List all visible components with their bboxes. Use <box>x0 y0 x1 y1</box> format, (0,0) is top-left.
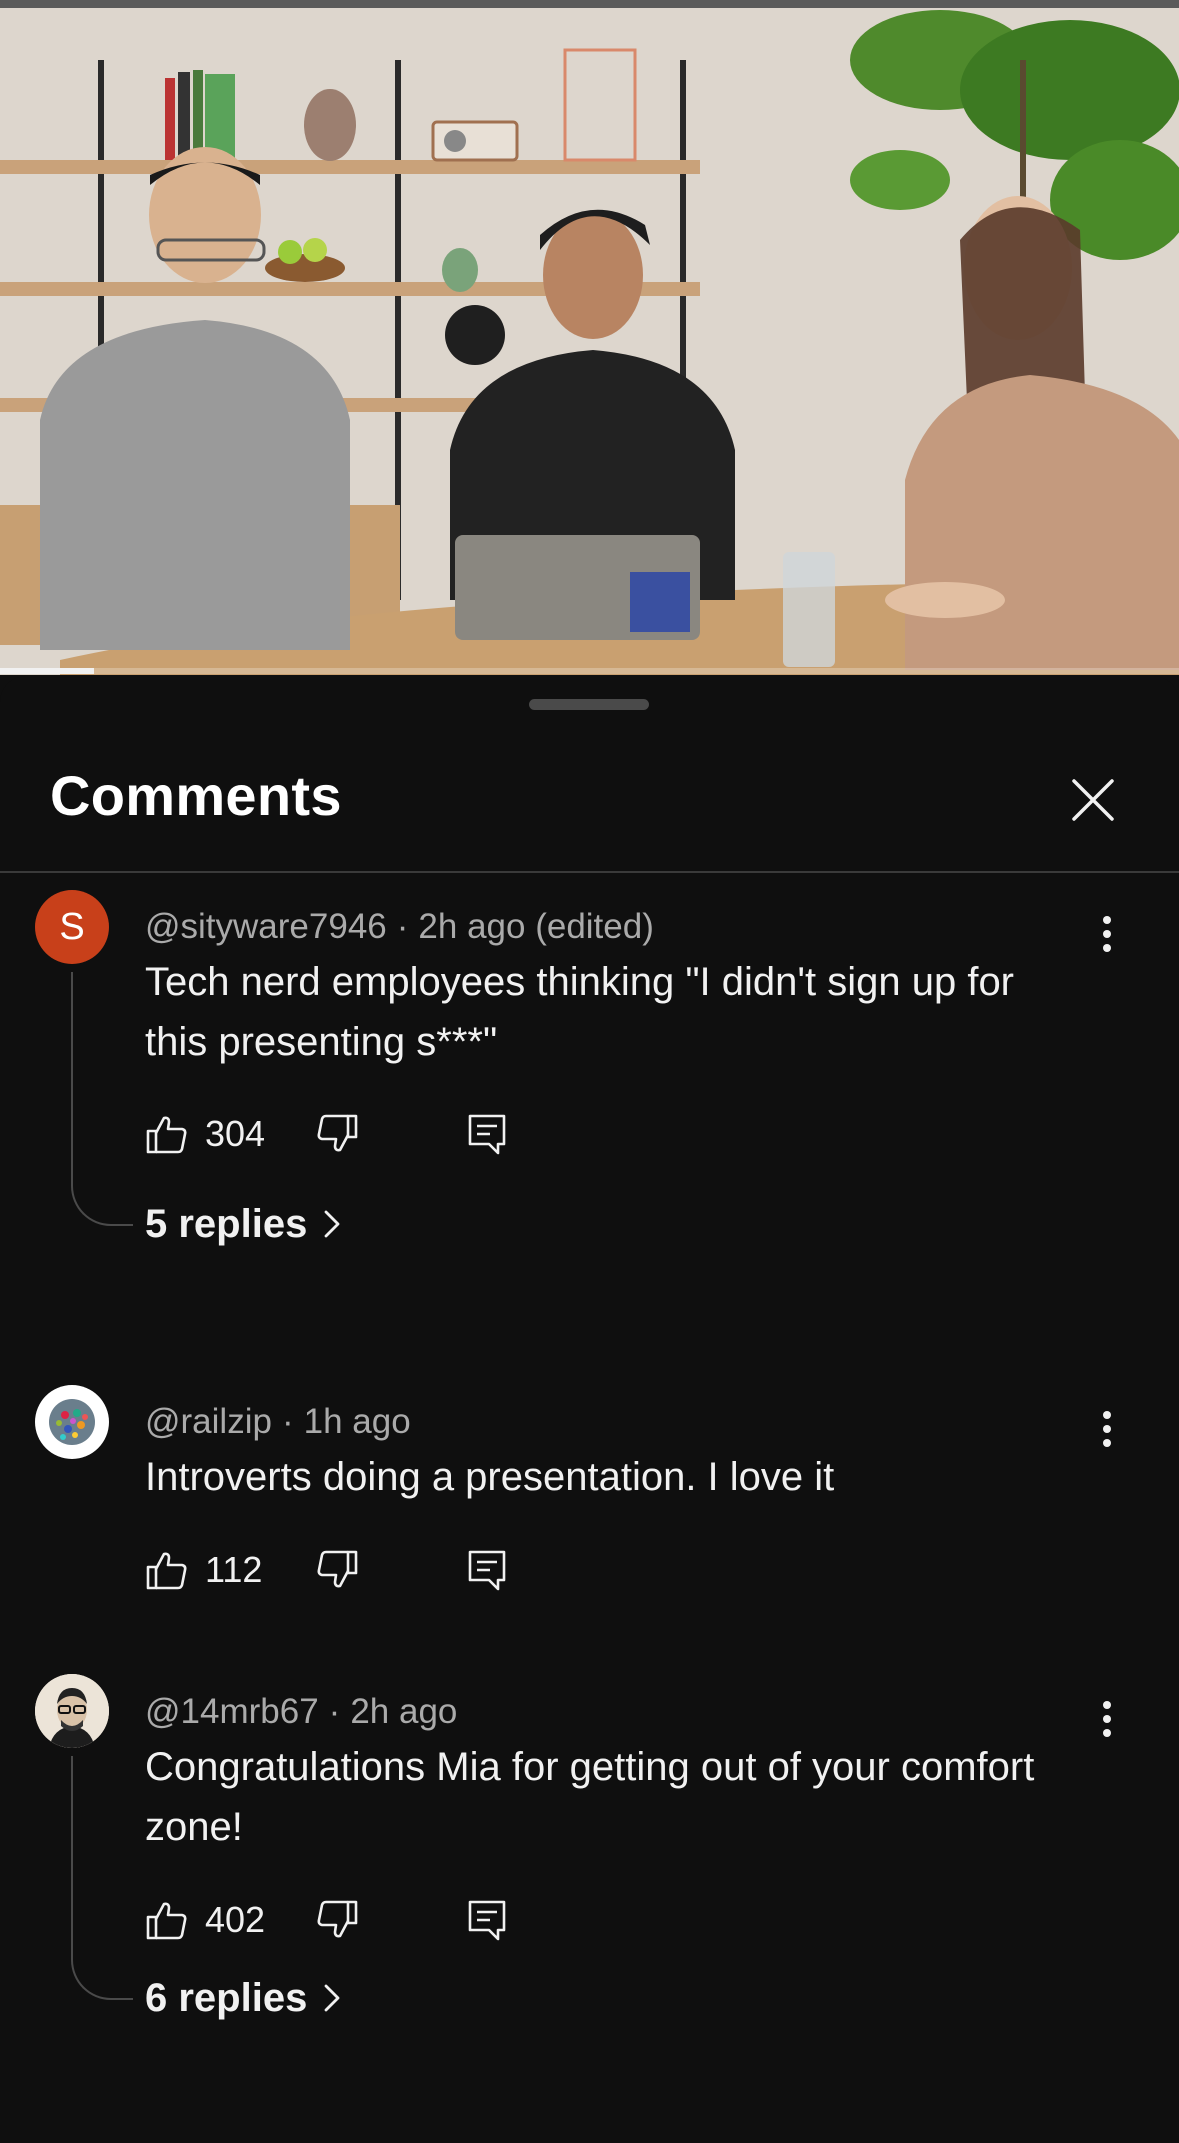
sheet-drag-handle[interactable] <box>529 699 649 710</box>
meta-separator: · <box>328 1692 341 1731</box>
replies-button[interactable]: 6 replies <box>145 1978 341 2018</box>
avatar-letter: S <box>59 905 85 948</box>
like-count: 402 <box>205 1899 266 1940</box>
meta-separator: · <box>281 1402 294 1441</box>
thumbs-down-icon[interactable] <box>315 1548 359 1592</box>
thumbs-down-icon[interactable] <box>315 1898 359 1942</box>
comment-time: 2h ago (edited) <box>418 907 654 946</box>
thumbs-up-icon[interactable] <box>145 1898 189 1942</box>
thread-line <box>71 1756 133 2000</box>
comment-text: Introverts doing a presentation. I love … <box>145 1455 835 1499</box>
avatar[interactable] <box>35 1674 109 1748</box>
comment-author[interactable]: @sityware7946 <box>145 907 387 946</box>
avatar-portrait <box>35 1674 109 1748</box>
avatar[interactable]: S <box>35 890 109 964</box>
more-vertical-icon[interactable] <box>1093 912 1121 956</box>
video-progress-fill <box>0 668 95 674</box>
comment-time: 1h ago <box>303 1402 411 1441</box>
comment-actions: 304 <box>145 1112 545 1162</box>
comments-sheet: Comments S @sityware7946 · 2h ago (edited)… <box>0 676 1179 2143</box>
avatar[interactable] <box>35 1385 109 1459</box>
comments-title: Comments <box>50 764 342 827</box>
like-count: 304 <box>205 1113 266 1154</box>
like-count: 112 <box>205 1549 263 1590</box>
comment-actions: 112 <box>145 1548 545 1598</box>
chevron-right-icon <box>324 1984 340 2012</box>
thread-line <box>71 972 133 1226</box>
chevron-right-icon <box>324 1210 340 1238</box>
comment-meta: @railzip · 1h ago <box>145 1404 411 1439</box>
close-icon[interactable] <box>1066 773 1120 827</box>
comment-author[interactable]: @railzip <box>145 1402 272 1441</box>
video-player[interactable] <box>0 0 1179 675</box>
reply-comment-icon[interactable] <box>465 1112 509 1156</box>
comment-author[interactable]: @14mrb67 <box>145 1692 319 1731</box>
replies-label: 6 replies <box>145 1976 308 2020</box>
thumbs-down-icon[interactable] <box>315 1112 359 1156</box>
reply-comment-icon[interactable] <box>465 1548 509 1592</box>
more-vertical-icon[interactable] <box>1093 1407 1121 1451</box>
video-progress-bar[interactable] <box>0 668 1179 674</box>
thumbs-up-icon[interactable] <box>145 1548 189 1592</box>
replies-label: 5 replies <box>145 1202 308 1246</box>
comment-meta: @sityware7946 · 2h ago (edited) <box>145 909 654 944</box>
meta-separator: · <box>396 907 409 946</box>
video-frame <box>0 0 1179 675</box>
avatar-pattern <box>49 1399 95 1445</box>
replies-button[interactable]: 5 replies <box>145 1204 341 1244</box>
comment-time: 2h ago <box>350 1692 458 1731</box>
thumbs-up-icon[interactable] <box>145 1112 189 1156</box>
comment-actions: 402 <box>145 1898 545 1948</box>
reply-comment-icon[interactable] <box>465 1898 509 1942</box>
header-divider <box>0 871 1179 873</box>
comment-text: Congratulations Mia for getting out of y… <box>145 1745 1035 1849</box>
more-vertical-icon[interactable] <box>1093 1697 1121 1741</box>
comment-meta: @14mrb67 · 2h ago <box>145 1694 457 1729</box>
comment-text: Tech nerd employees thinking "I didn't s… <box>145 960 1015 1064</box>
